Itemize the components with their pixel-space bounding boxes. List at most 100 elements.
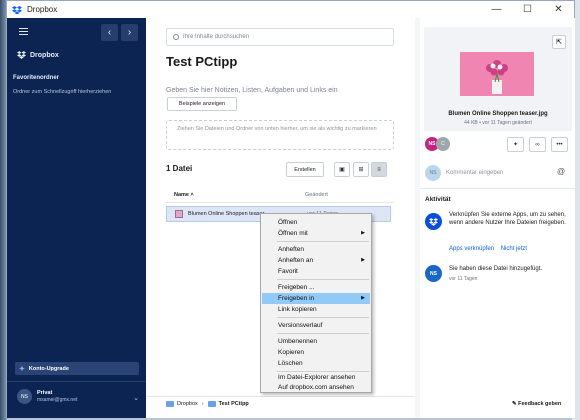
breadcrumb-root[interactable]: Dropbox: [177, 401, 198, 407]
avatar[interactable]: C: [436, 137, 450, 151]
account-name: Privat: [37, 390, 53, 396]
folder-icon: [207, 401, 216, 407]
favorites-section-title: Favoritenordner: [13, 75, 60, 81]
chevron-right-icon: ›: [127, 27, 132, 38]
menu-item-label: Freigeben in: [278, 295, 315, 302]
list-icon: ≡: [377, 166, 381, 173]
save-view-button[interactable]: ▣: [334, 162, 350, 177]
grid-icon: ⊞: [358, 167, 364, 173]
details-panel: ⇱ Blumen Online Shoppen teaser.jpg 44 KB…: [420, 18, 575, 418]
external-link-icon: ⇱: [556, 39, 562, 46]
search-icon: [173, 34, 179, 40]
grid-view-button[interactable]: ⊞: [353, 162, 369, 177]
menu-item-pin[interactable]: Anheften: [262, 244, 370, 255]
dropbox-logo-icon: [17, 51, 26, 59]
avatar: NS: [17, 389, 32, 404]
feedback-button[interactable]: ✎ Feedback geben: [512, 401, 561, 407]
search-input[interactable]: Ihre Inhalte durchsuchen: [166, 28, 394, 46]
menu-item-label: Löschen: [278, 360, 303, 367]
menu-item-share-in[interactable]: Freigeben in ▶: [262, 293, 370, 304]
submenu-arrow-icon: ▶: [361, 295, 365, 301]
chevron-left-icon: ‹: [107, 27, 112, 38]
column-header-name[interactable]: Name ˄: [174, 192, 194, 198]
list-view-button[interactable]: ≡: [371, 162, 387, 177]
title-bar: Dropbox — ☐ ✕: [7, 1, 574, 18]
account-email: msamei@gmx.net: [37, 397, 78, 403]
notes-input[interactable]: Geben Sie hier Notizen, Listen, Aufgaben…: [166, 87, 338, 94]
activity-links: Apps verknüpfen Nicht jetzt: [449, 246, 532, 252]
menu-item-copy[interactable]: Kopieren: [262, 347, 370, 358]
file-count: 1 Datei: [166, 164, 193, 173]
maximize-button[interactable]: ☐: [512, 1, 543, 18]
menu-item-share[interactable]: Freigeben ...: [262, 282, 370, 293]
menu-item-rename[interactable]: Umbenennen: [262, 336, 370, 347]
back-button[interactable]: ‹: [101, 24, 118, 41]
upgrade-button[interactable]: ✦ Konto-Upgrade: [15, 362, 139, 375]
show-examples-button[interactable]: Beispiele anzeigen: [167, 97, 237, 111]
folder-icon: [166, 401, 174, 407]
menu-item-open-with[interactable]: Öffnen mit ▶: [262, 228, 370, 239]
not-now-link[interactable]: Nicht jetzt: [501, 246, 527, 252]
pin-icon: ✦: [512, 142, 519, 148]
sidebar-divider: [7, 381, 146, 382]
submenu-arrow-icon: ▶: [361, 257, 365, 263]
menu-separator: [277, 241, 369, 242]
more-options-button[interactable]: •••: [551, 137, 568, 152]
menu-item-delete[interactable]: Löschen: [262, 358, 370, 369]
avatar: NS: [425, 165, 441, 181]
forward-button[interactable]: ›: [121, 24, 138, 41]
menu-item-favorite[interactable]: Favorit: [262, 266, 370, 277]
create-button[interactable]: Erstellen: [286, 162, 324, 177]
minimize-button[interactable]: —: [481, 1, 512, 18]
sidebar-logo: Dropbox: [7, 48, 146, 62]
connect-apps-link[interactable]: Apps verknüpfen: [449, 246, 494, 252]
mention-icon[interactable]: @: [557, 167, 565, 176]
floppy-icon: ▣: [339, 167, 345, 173]
activity-text: Sie haben diese Datei hinzugefügt.: [449, 266, 543, 272]
breadcrumb: Dropbox › Test PCtipp: [166, 401, 249, 407]
pin-dropzone[interactable]: Ziehen Sie Dateien und Ordner von unten …: [166, 120, 394, 150]
activity-title: Aktivität: [425, 196, 451, 203]
account-switcher[interactable]: NS Privat msamei@gmx.net: [17, 389, 77, 404]
preview-file-name: Blumen Online Shoppen teaser.jpg: [448, 111, 548, 117]
avatar: NS: [425, 265, 442, 282]
favorites-hint: Ordner zum Schnellzugriff hierherziehen: [13, 89, 112, 95]
upgrade-label: Konto-Upgrade: [28, 365, 69, 372]
dropzone-text: Ziehen Sie Dateien und Ordner von unten …: [177, 126, 377, 132]
sidebar-logo-text: Dropbox: [30, 51, 59, 59]
comment-input[interactable]: NS Kommentar eingeben: [425, 165, 503, 181]
hamburger-menu-icon[interactable]: [19, 27, 28, 35]
chevron-right-icon: ›: [201, 401, 204, 407]
more-icon: •••: [556, 141, 563, 148]
submenu-arrow-icon: ▶: [361, 230, 365, 236]
menu-item-label: Anheften an: [278, 257, 314, 264]
panel-divider: [420, 188, 575, 189]
sidebar-top: ‹ ›: [7, 18, 146, 44]
link-icon: ∞: [535, 141, 540, 148]
menu-item-label: Anheften: [278, 246, 305, 253]
pin-button[interactable]: ✦: [507, 137, 524, 152]
chevron-down-icon[interactable]: ⌄: [133, 394, 139, 402]
file-name: Blumen Online Shoppen teaser: [188, 211, 265, 217]
menu-item-copy-link[interactable]: Link kopieren: [262, 304, 370, 315]
copy-link-button[interactable]: ∞: [529, 137, 546, 152]
menu-item-open[interactable]: Öffnen: [262, 217, 370, 228]
sort-up-icon: ˄: [190, 192, 194, 198]
menu-item-pin-to[interactable]: Anheften an ▶: [262, 255, 370, 266]
menu-item-label: Freigeben ...: [278, 284, 315, 291]
open-external-button[interactable]: ⇱: [552, 35, 566, 49]
menu-item-version-history[interactable]: Versionsverlauf: [262, 320, 370, 331]
menu-item-label: Öffnen: [278, 219, 298, 226]
dropbox-window: Dropbox — ☐ ✕ ‹ › Dropbox Favoritenordne…: [6, 0, 575, 418]
menu-item-label: Versionsverlauf: [278, 322, 323, 329]
column-header-changed[interactable]: Geändert: [305, 192, 328, 198]
menu-item-view-on-web[interactable]: Auf dropbox.com ansehen: [262, 382, 370, 393]
search-placeholder: Ihre Inhalte durchsuchen: [183, 34, 250, 40]
feedback-label: Feedback geben: [518, 401, 562, 407]
menu-item-label: Link kopieren: [278, 306, 317, 313]
preview-file-meta: 44 KB • vor 11 Tagen geändert: [464, 120, 532, 126]
preview-image: [460, 52, 534, 96]
close-button[interactable]: ✕: [543, 1, 574, 18]
menu-item-label: Auf dropbox.com ansehen: [278, 384, 354, 391]
header-divider: [166, 202, 394, 203]
